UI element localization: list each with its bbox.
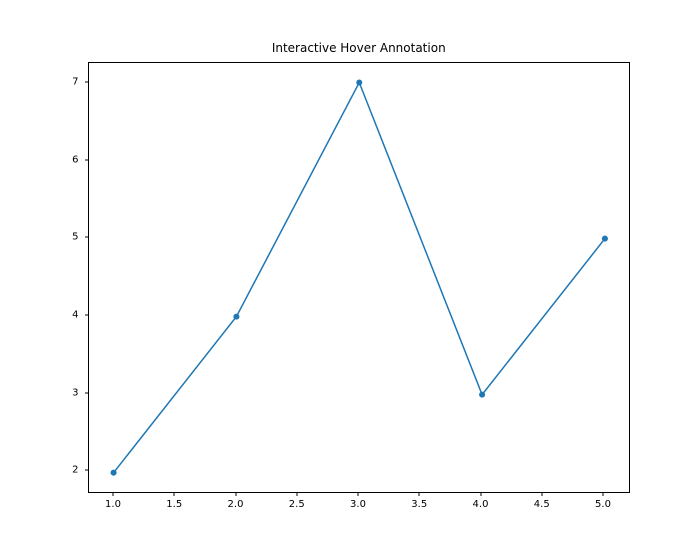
data-point[interactable] (233, 313, 239, 319)
axes: Interactive Hover Annotation 1.01.52.02.… (88, 62, 631, 493)
ytick-mark (85, 82, 89, 83)
ytick-label: 7 (72, 77, 78, 88)
xtick-mark (235, 492, 236, 496)
ytick-label: 2 (72, 465, 78, 476)
xtick-mark (358, 492, 359, 496)
xtick-mark (541, 492, 542, 496)
figure: Interactive Hover Annotation 1.0 1.5 2.0 2.… (0, 0, 700, 560)
ytick-label: 3 (72, 387, 78, 398)
xtick-label: 3.0 (350, 499, 366, 510)
ytick-label: 4 (72, 309, 78, 320)
data-point[interactable] (601, 235, 607, 241)
data-point[interactable] (479, 391, 485, 397)
xtick-label: 4.5 (534, 499, 550, 510)
ytick-mark (85, 159, 89, 160)
xtick-label: 5.0 (595, 499, 611, 510)
ytick-mark (85, 470, 89, 471)
xtick-label: 2.5 (289, 499, 305, 510)
ytick-mark (85, 237, 89, 238)
xtick-label: 1.5 (166, 499, 182, 510)
line-series (89, 63, 630, 492)
ytick-label: 5 (72, 232, 78, 243)
xtick-mark (113, 492, 114, 496)
ytick-mark (85, 392, 89, 393)
data-point[interactable] (110, 469, 116, 475)
xtick-mark (296, 492, 297, 496)
xtick-label: 2.0 (228, 499, 244, 510)
plot-area (89, 63, 630, 492)
ytick-mark (85, 314, 89, 315)
xtick-label: 3.5 (411, 499, 427, 510)
xtick-mark (419, 492, 420, 496)
ytick-label: 6 (72, 154, 78, 165)
xtick-mark (174, 492, 175, 496)
data-point[interactable] (356, 79, 362, 85)
xtick-label: 4.0 (473, 499, 489, 510)
series-line (113, 82, 604, 472)
xtick-mark (603, 492, 604, 496)
chart-title: Interactive Hover Annotation (89, 41, 630, 55)
xtick-label: 1.0 (105, 499, 121, 510)
xtick-mark (480, 492, 481, 496)
